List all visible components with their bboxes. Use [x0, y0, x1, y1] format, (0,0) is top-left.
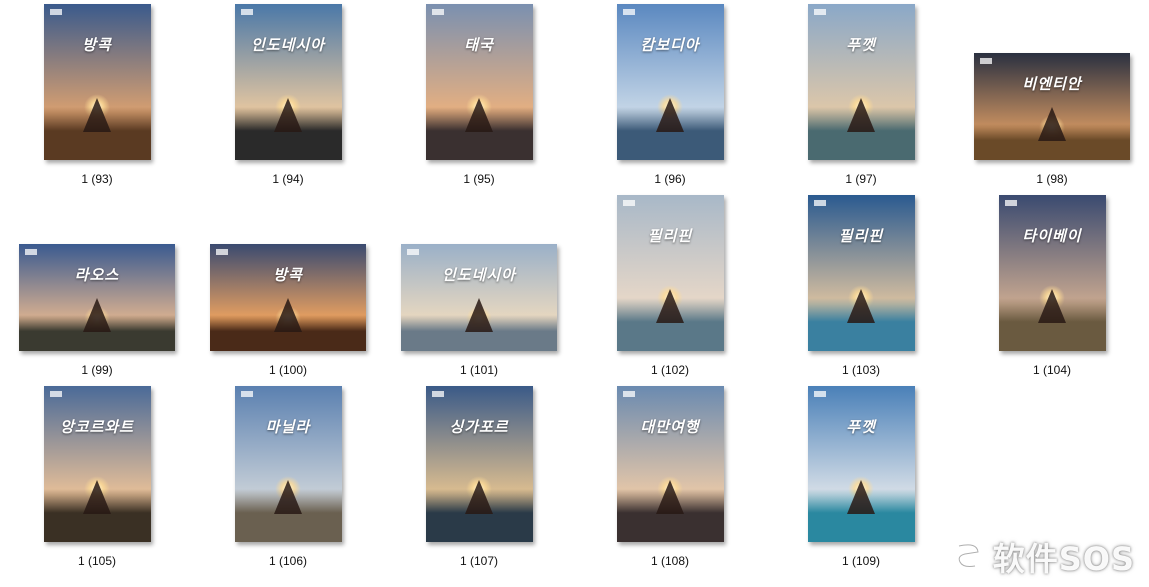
- file-thumbnail[interactable]: 타이베이: [998, 195, 1106, 351]
- file-thumbnail[interactable]: 인도네시아: [401, 244, 557, 351]
- file-thumbnail[interactable]: 필리핀: [807, 195, 915, 351]
- file-name[interactable]: 1 (109): [781, 554, 941, 568]
- file-thumbnail[interactable]: 푸껫: [807, 386, 915, 542]
- file-thumbnail[interactable]: 마닐라: [234, 386, 342, 542]
- file-item[interactable]: 푸껫 1 (109): [781, 386, 941, 572]
- file-name[interactable]: 1 (96): [590, 172, 750, 186]
- file-name[interactable]: 1 (104): [972, 363, 1132, 377]
- thumbnail-title: 인도네시아: [250, 36, 325, 55]
- file-name[interactable]: 1 (93): [17, 172, 177, 186]
- thumbnail-title: 필리핀: [647, 227, 693, 246]
- file-item[interactable]: 필리핀 1 (102): [590, 195, 750, 381]
- thumbnail-title: 필리핀: [838, 227, 884, 246]
- file-item[interactable]: 푸껫 1 (97): [781, 4, 941, 190]
- file-name[interactable]: 1 (103): [781, 363, 941, 377]
- thumbnail-title: 방콕: [82, 36, 112, 55]
- file-thumbnail[interactable]: 캄보디아: [616, 4, 724, 160]
- file-thumbnail[interactable]: 필리핀: [616, 195, 724, 351]
- file-name[interactable]: 1 (98): [972, 172, 1132, 186]
- thumbnail-title: 앙코르와트: [59, 418, 134, 437]
- file-thumbnail[interactable]: 인도네시아: [234, 4, 342, 160]
- file-thumbnail[interactable]: 푸껫: [807, 4, 915, 160]
- thumbnail-title: 싱가포르: [449, 418, 509, 437]
- thumbnail-title: 방콕: [273, 265, 303, 284]
- file-grid: 방콕 1 (93) 인도네시아 1 (94) 태국 1 (95) 캄보디아 1 (96) 푸껫 1…: [0, 0, 1149, 587]
- thumbnail-title: 타이베이: [1022, 227, 1082, 246]
- watermark: 软件SOS: [951, 535, 1135, 579]
- file-thumbnail[interactable]: 앙코르와트: [43, 386, 151, 542]
- file-item[interactable]: 캄보디아 1 (96): [590, 4, 750, 190]
- file-item[interactable]: 인도네시아 1 (101): [399, 195, 559, 381]
- file-name[interactable]: 1 (102): [590, 363, 750, 377]
- file-item[interactable]: 앙코르와트 1 (105): [17, 386, 177, 572]
- file-thumbnail[interactable]: 태국: [425, 4, 533, 160]
- thumbnail-title: 마닐라: [265, 418, 311, 437]
- file-item[interactable]: 타이베이 1 (104): [972, 195, 1132, 381]
- thumbnail-title: 인도네시아: [441, 265, 516, 284]
- file-item[interactable]: 필리핀 1 (103): [781, 195, 941, 381]
- thumbnail-title: 푸껫: [846, 418, 876, 437]
- file-thumbnail[interactable]: 비엔티안: [974, 53, 1130, 160]
- file-item[interactable]: 마닐라 1 (106): [208, 386, 368, 572]
- file-item[interactable]: 인도네시아 1 (94): [208, 4, 368, 190]
- file-item[interactable]: 방콕 1 (93): [17, 4, 177, 190]
- watermark-text: 软件SOS: [992, 540, 1135, 578]
- file-name[interactable]: 1 (99): [17, 363, 177, 377]
- file-thumbnail[interactable]: 싱가포르: [425, 386, 533, 542]
- file-name[interactable]: 1 (97): [781, 172, 941, 186]
- file-item[interactable]: 싱가포르 1 (107): [399, 386, 559, 572]
- file-name[interactable]: 1 (108): [590, 554, 750, 568]
- file-name[interactable]: 1 (95): [399, 172, 559, 186]
- file-item[interactable]: 방콕 1 (100): [208, 195, 368, 381]
- thumbnail-title: 비엔티안: [1022, 74, 1082, 93]
- thumbnail-title: 푸껫: [846, 36, 876, 55]
- file-item[interactable]: 비엔티안 1 (98): [972, 4, 1132, 190]
- file-thumbnail[interactable]: 방콕: [210, 244, 366, 351]
- file-item[interactable]: 태국 1 (95): [399, 4, 559, 190]
- file-name[interactable]: 1 (105): [17, 554, 177, 568]
- watermark-logo-icon: [956, 542, 981, 569]
- file-name[interactable]: 1 (106): [208, 554, 368, 568]
- file-item[interactable]: 대만여행 1 (108): [590, 386, 750, 572]
- thumbnail-title: 태국: [464, 36, 494, 55]
- file-name[interactable]: 1 (101): [399, 363, 559, 377]
- file-name[interactable]: 1 (107): [399, 554, 559, 568]
- file-name[interactable]: 1 (100): [208, 363, 368, 377]
- thumbnail-title: 라오스: [74, 265, 120, 284]
- file-thumbnail[interactable]: 대만여행: [616, 386, 724, 542]
- thumbnail-title: 대만여행: [640, 418, 700, 437]
- file-thumbnail[interactable]: 라오스: [19, 244, 175, 351]
- file-thumbnail[interactable]: 방콕: [43, 4, 151, 160]
- file-item[interactable]: 라오스 1 (99): [17, 195, 177, 381]
- thumbnail-title: 캄보디아: [640, 36, 700, 55]
- file-name[interactable]: 1 (94): [208, 172, 368, 186]
